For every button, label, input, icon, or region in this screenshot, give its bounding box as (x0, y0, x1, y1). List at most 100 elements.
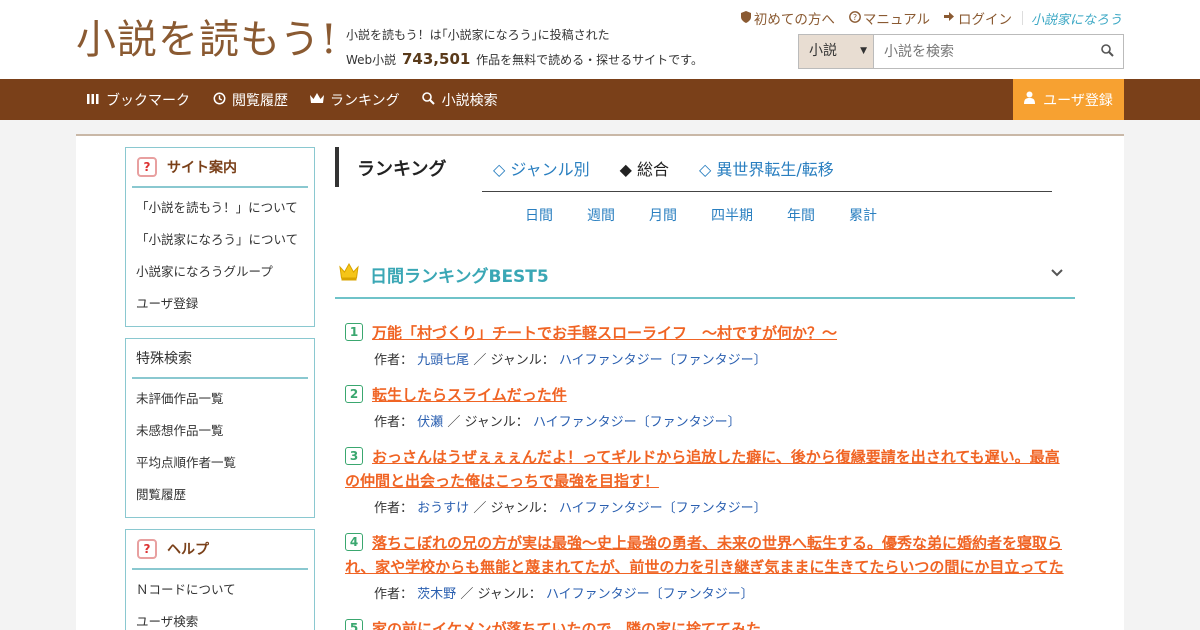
tab-genre[interactable]: ◇ ジャンル別 (493, 156, 590, 180)
genre-label: ／ ジャンル： (460, 587, 542, 602)
sidebar-item-about-yomou[interactable]: 「小説を読もう！」について (136, 192, 314, 224)
ranking-entry: 5 家の前にイケメンが落ちていたので、隣の家に捨ててみた (345, 617, 1070, 630)
period-daily[interactable]: 日間 (525, 205, 553, 225)
novel-meta: 作者： おうすけ ／ ジャンル： ハイファンタジー〔ファンタジー〕 (345, 497, 1070, 516)
main-nav: ブックマーク 閲覧履歴 ランキング 小説検索 ユーザ登録 (0, 79, 1200, 120)
user-register-button[interactable]: ユーザ登録 (1013, 79, 1124, 120)
work-count: 743,501 (402, 50, 471, 68)
author-link[interactable]: 茨木野 (417, 587, 456, 602)
rank-number-badge: 1 (345, 323, 363, 341)
sidebar-help: ? ヘルプ Ｎコードについて ユーザ検索 (125, 529, 315, 630)
sidebar-item-ncode[interactable]: Ｎコードについて (136, 574, 314, 606)
link-manual[interactable]: ? マニュアル (848, 8, 930, 28)
nav-ranking[interactable]: ランキング (310, 90, 400, 110)
question-icon: ? (137, 157, 157, 177)
tagline-line2: Web小説 743,501 作品を無料で読める・探せるサイトです。 (346, 47, 703, 72)
novel-title-link[interactable]: 転生したらスライムだった件 (345, 383, 1070, 407)
sidebar-item-narou-group[interactable]: 小説家になろうグループ (136, 256, 314, 288)
novel-title-link[interactable]: 落ちこぼれの兄の方が実は最強〜史上最強の勇者、未来の世界へ転生する。優秀な弟に婚… (345, 531, 1070, 579)
novel-meta: 作者： 伏瀬 ／ ジャンル： ハイファンタジー〔ファンタジー〕 (345, 411, 1070, 430)
rank-number-badge: 5 (345, 619, 363, 630)
site-tagline: 小説を読もう！は｢小説家になろう｣に投稿された Web小説 743,501 作品… (346, 23, 703, 72)
nav-search-label: 小説検索 (441, 92, 498, 109)
sidebar-item-user-search[interactable]: ユーザ検索 (136, 606, 314, 630)
link-login[interactable]: ログイン (944, 8, 1012, 28)
shield-icon (740, 10, 752, 26)
author-label: 作者： (374, 587, 414, 602)
novel-title-link[interactable]: 家の前にイケメンが落ちていたので、隣の家に捨ててみた (345, 617, 1070, 630)
novel-meta: 作者： 九頭七尾 ／ ジャンル： ハイファンタジー〔ファンタジー〕 (345, 349, 1070, 368)
special-search-header: 特殊検索 (132, 339, 308, 379)
sidebar-item-unrated[interactable]: 未評価作品一覧 (136, 383, 314, 415)
ranking-entry: 3 おっさんはうぜぇぇぇんだよ！ってギルドから追放した癖に、後から復縁要請を出さ… (345, 445, 1070, 516)
genre-label: ／ ジャンル： (473, 501, 555, 516)
period-weekly[interactable]: 週間 (587, 205, 615, 225)
sidebar-item-avg-score-authors[interactable]: 平均点順作者一覧 (136, 447, 314, 479)
period-quarterly[interactable]: 四半期 (711, 205, 753, 225)
sidebar-item-user-register[interactable]: ユーザ登録 (136, 288, 314, 320)
user-icon (1024, 91, 1036, 108)
author-label: 作者： (374, 353, 414, 368)
site-guide-title: サイト案内 (167, 160, 237, 176)
novel-title-link[interactable]: おっさんはうぜぇぇぇんだよ！ってギルドから追放した癖に、後から復縁要請を出されて… (345, 445, 1070, 493)
tab-overall[interactable]: ◆ 総合 (620, 156, 669, 180)
link-first-time-label: 初めての方へ (753, 12, 835, 28)
novel-meta: 作者： 茨木野 ／ ジャンル： ハイファンタジー〔ファンタジー〕 (345, 583, 1070, 602)
link-first-time[interactable]: 初めての方へ (740, 8, 835, 28)
genre-label: ／ ジャンル： (447, 415, 529, 430)
period-total[interactable]: 累計 (849, 205, 877, 225)
ranking-entry: 2 転生したらスライムだった件 作者： 伏瀬 ／ ジャンル： ハイファンタジー〔… (345, 383, 1070, 430)
nav-search[interactable]: 小説検索 (422, 90, 498, 110)
rank-number-badge: 3 (345, 447, 363, 465)
ranking-periods: 日間 週間 月間 四半期 年間 累計 (525, 205, 911, 225)
genre-link[interactable]: ハイファンタジー〔ファンタジー〕 (559, 501, 767, 516)
sidebar-item-history[interactable]: 閲覧履歴 (136, 479, 314, 511)
search-input[interactable] (874, 35, 1091, 68)
search-icon (422, 91, 436, 108)
period-monthly[interactable]: 月間 (649, 205, 677, 225)
question-circle-icon: ? (848, 10, 861, 26)
chevron-down-icon[interactable] (1051, 265, 1063, 281)
search-icon (1100, 42, 1114, 61)
question-icon: ? (137, 539, 157, 559)
site-logo[interactable]: 小説を読もう! (76, 16, 338, 64)
divider (1021, 11, 1023, 25)
genre-label: ／ ジャンル： (473, 353, 555, 368)
site-guide-header: ? サイト案内 (132, 148, 308, 188)
nav-bookmark[interactable]: ブックマーク (86, 90, 190, 110)
crown-icon (339, 262, 359, 285)
site-header: 小説を読もう! 小説を読もう！は｢小説家になろう｣に投稿された Web小説 74… (0, 0, 1200, 79)
daily-best5-header[interactable]: 日間ランキングBEST5 (335, 251, 1075, 299)
author-link[interactable]: 伏瀬 (417, 415, 443, 430)
genre-link[interactable]: ハイファンタジー〔ファンタジー〕 (559, 353, 767, 368)
link-login-label: ログイン (957, 12, 1012, 28)
nav-bookmark-label: ブックマーク (106, 92, 190, 109)
help-title: ヘルプ (167, 542, 209, 558)
sidebar-item-no-review[interactable]: 未感想作品一覧 (136, 415, 314, 447)
nav-history[interactable]: 閲覧履歴 (212, 90, 288, 110)
genre-link[interactable]: ハイファンタジー〔ファンタジー〕 (533, 415, 741, 430)
search-submit-button[interactable] (1091, 35, 1123, 68)
author-label: 作者： (374, 415, 414, 430)
ranking-title-bar (335, 147, 339, 187)
author-link[interactable]: 九頭七尾 (417, 353, 469, 368)
author-link[interactable]: おうすけ (417, 501, 469, 516)
special-search-title: 特殊検索 (136, 351, 192, 367)
ranking-title: ランキング (357, 159, 447, 180)
tagline-suffix: 作品を無料で読める・探せるサイトです。 (476, 53, 703, 67)
genre-link[interactable]: ハイファンタジー〔ファンタジー〕 (546, 587, 754, 602)
tagline-line1: 小説を読もう！は｢小説家になろう｣に投稿された (346, 28, 610, 42)
sidebar-item-about-narou[interactable]: 「小説家になろう」について (136, 224, 314, 256)
novel-title-link[interactable]: 万能「村づくり」チートでお手軽スローライフ ～村ですが何か？～ (345, 321, 1070, 345)
tagline-prefix: Web小説 (346, 53, 397, 67)
login-icon (944, 11, 956, 25)
link-manual-label: マニュアル (862, 12, 930, 28)
nav-history-label: 閲覧履歴 (232, 92, 288, 109)
ranking-tabs: ◇ ジャンル別 ◆ 総合 ◇ 異世界転生/転移 (493, 156, 864, 180)
narou-brand-link[interactable]: 小説家になろう (1031, 9, 1122, 28)
period-yearly[interactable]: 年間 (787, 205, 815, 225)
sidebar-site-guide: ? サイト案内 「小説を読もう！」について 「小説家になろう」について 小説家に… (125, 147, 315, 327)
ranking-entry: 4 落ちこぼれの兄の方が実は最強〜史上最強の勇者、未来の世界へ転生する。優秀な弟… (345, 531, 1070, 602)
tab-isekai[interactable]: ◇ 異世界転生/転移 (699, 156, 834, 180)
search-category-select[interactable]: 小説 (799, 35, 874, 68)
